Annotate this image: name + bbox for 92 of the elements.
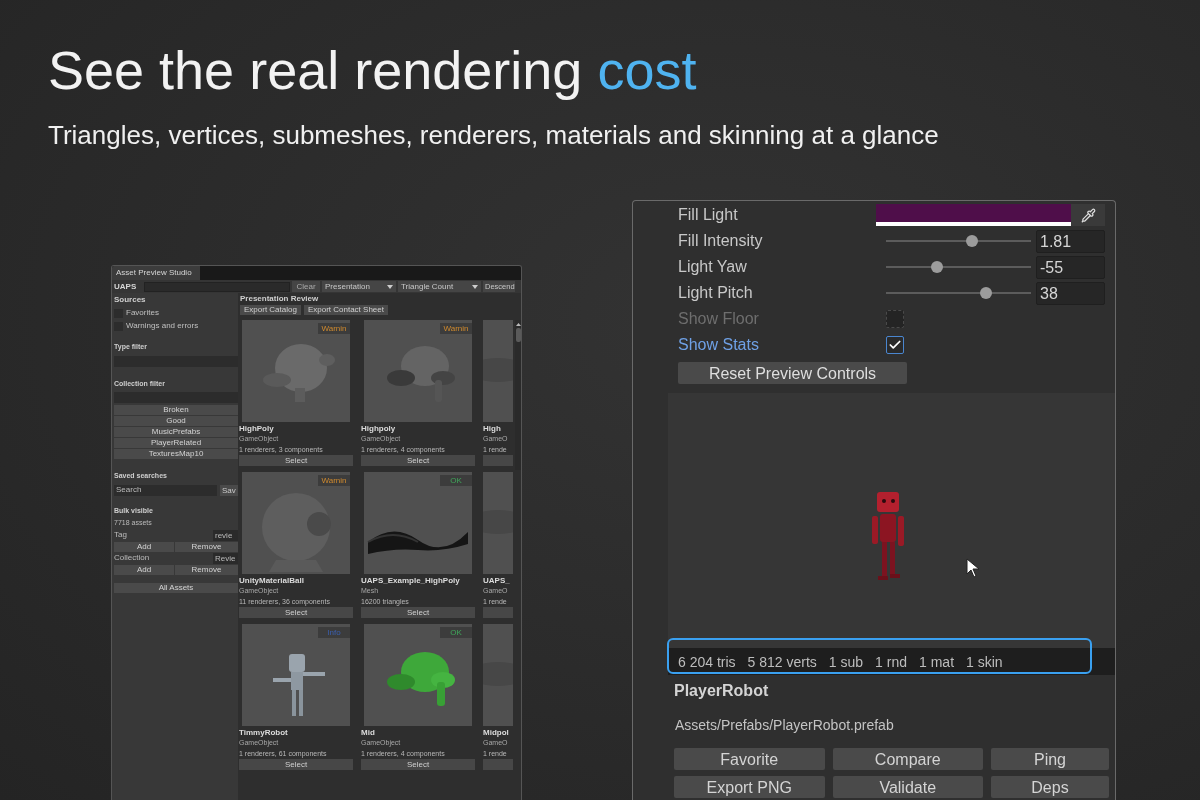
saved-search-field[interactable]: Search (114, 484, 217, 496)
property-label: Light Pitch (678, 283, 754, 303)
export-button[interactable]: Export Contact Sheet (303, 305, 388, 315)
checkbox[interactable] (886, 336, 904, 354)
property-label: Fill Light (678, 205, 739, 225)
subtitle: Triangles, vertices, submeshes, renderers, materials and skinning at a glance (48, 119, 940, 152)
add-button[interactable]: Add (114, 564, 174, 575)
stat-text: 1 sub (828, 654, 864, 670)
remove-button[interactable]: Remove (175, 541, 238, 552)
search-field[interactable] (144, 281, 290, 292)
status-badge: Warnin (318, 475, 350, 486)
check-icon (888, 338, 902, 352)
action-button[interactable]: Deps (991, 776, 1109, 798)
bulk-field[interactable]: Revie (213, 552, 238, 564)
collection-button[interactable]: TexturesMap10 (114, 449, 238, 459)
bulk-label: Collection (114, 552, 150, 564)
eyedropper-icon (1080, 207, 1096, 223)
add-button[interactable]: Add (114, 541, 174, 552)
sort-dropdown[interactable]: Presentation (322, 281, 396, 292)
property-label: Light Yaw (678, 257, 748, 277)
asset-name: TimmyRobot (239, 727, 289, 738)
scroll-up-icon (516, 323, 521, 326)
number-field[interactable]: -55 (1036, 255, 1105, 279)
slider[interactable] (886, 234, 1031, 248)
scrollbar-thumb[interactable] (516, 328, 521, 342)
asset-name: Highpoly (361, 423, 397, 434)
stat-text: 6 204 tris (678, 654, 736, 670)
select-button[interactable]: Select (361, 607, 475, 618)
slider[interactable] (886, 260, 1031, 274)
stat-text: 1 mat (919, 654, 955, 670)
section-title: Presentation Review (239, 293, 320, 304)
select-button[interactable]: Select (361, 455, 475, 466)
window-tab[interactable]: Asset Preview Studio (112, 266, 200, 280)
action-button[interactable]: Favorite (674, 748, 825, 770)
status-badge: Warnin (318, 323, 350, 334)
status-badge: Info (318, 627, 350, 638)
action-button[interactable]: Compare (832, 748, 983, 770)
export-button[interactable]: Export Catalog (240, 305, 301, 315)
asset-title: PlayerRobot (674, 681, 770, 701)
stat-text: 1 rnd (875, 654, 908, 670)
all-assets-button[interactable]: All Assets (114, 582, 238, 593)
slider-thumb[interactable] (980, 287, 993, 299)
collection-button[interactable]: Broken (114, 405, 238, 415)
select-button[interactable]: Select (239, 607, 353, 618)
status-badge: OK (440, 475, 472, 486)
asset-name: UAPS_Example_HighPoly (361, 575, 461, 586)
clear-button[interactable]: Clear (292, 281, 320, 292)
toolbar-label: UAPS (114, 280, 138, 293)
caret-icon (387, 284, 393, 289)
slider-thumb[interactable] (930, 261, 943, 273)
number-field[interactable]: 38 (1036, 281, 1105, 305)
status-badge: Warnin (440, 323, 472, 334)
checkbox-label: Favorites (126, 307, 159, 319)
collection-button[interactable]: PlayerRelated (114, 438, 238, 448)
asset-name: High (483, 423, 502, 434)
eyedropper-button[interactable] (1071, 204, 1105, 226)
asset-name: Mid (361, 727, 376, 738)
number-field[interactable]: 1.81 (1036, 229, 1105, 253)
action-button[interactable]: Validate (832, 776, 983, 798)
cursor-icon (966, 558, 980, 578)
sort-dropdown[interactable]: Triangle Count (398, 281, 481, 292)
asset-name: HighPoly (239, 423, 275, 434)
headline: See the real rendering cost (48, 39, 698, 102)
color-swatch[interactable] (876, 204, 1071, 226)
property-label: Show Stats (678, 335, 760, 355)
checkbox-label: Warnings and errors (126, 320, 199, 332)
scrollbar[interactable] (515, 320, 521, 470)
asset-name: UnityMaterialBall (239, 575, 305, 586)
save-search-button[interactable]: Sav (220, 484, 238, 496)
stat-text: 1 skin (966, 654, 1003, 670)
select-button[interactable]: Select (239, 455, 353, 466)
asset-name: Midpol (483, 727, 510, 738)
slider-thumb[interactable] (965, 235, 978, 247)
action-button[interactable]: Ping (991, 748, 1109, 770)
status-badge: OK (440, 627, 472, 638)
remove-button[interactable]: Remove (175, 564, 238, 575)
stat-text: 5 812 verts (747, 654, 817, 670)
action-button[interactable]: Export PNG (674, 776, 825, 798)
slider[interactable] (886, 286, 1031, 300)
property-label: Fill Intensity (678, 231, 764, 251)
asset-name: UAPS_ (483, 575, 511, 586)
section-label: Sources (114, 294, 147, 306)
property-label: Show Floor (678, 309, 760, 329)
bulk-label: Tag (114, 529, 127, 541)
asset-path: Assets/Prefabs/PlayerRobot.prefab (675, 716, 895, 735)
bulk-field[interactable]: revie (213, 529, 238, 541)
reset-button[interactable]: Reset Preview Controls (678, 362, 907, 384)
select-button[interactable]: Select (361, 759, 475, 770)
select-button[interactable]: Select (239, 759, 353, 770)
collection-button[interactable]: MusicPrefabs (114, 427, 238, 437)
collection-button[interactable]: Good (114, 416, 238, 426)
caret-icon (472, 284, 478, 289)
